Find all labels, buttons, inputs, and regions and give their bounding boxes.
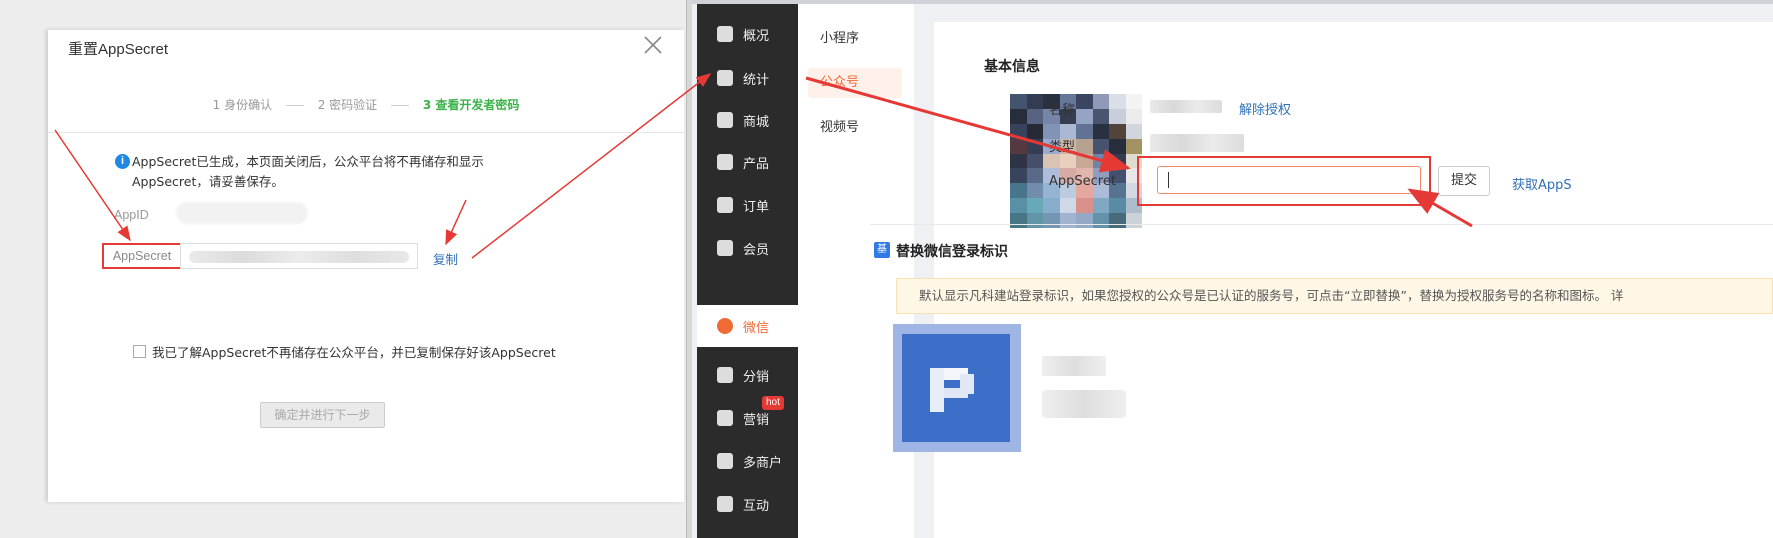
step-3-active: 3 查看开发者密码	[422, 98, 520, 112]
replace-login-logo-title: 替换微信登录标识	[896, 244, 1008, 260]
appsecret-row-label: AppSecret	[1049, 174, 1116, 189]
wechat-icon	[717, 318, 733, 334]
close-icon[interactable]	[642, 34, 664, 56]
sidebar-item-label: 概况	[743, 28, 770, 44]
account-avatar-blurred	[1010, 94, 1142, 228]
dialog-title: 重置AppSecret	[68, 41, 169, 58]
sidebar-item-members[interactable]: 会员	[697, 228, 798, 268]
sidebar-item-label: 会员	[743, 242, 770, 258]
grid-icon	[717, 154, 733, 170]
sidebar-item-interaction[interactable]: 互动	[697, 484, 798, 524]
dialog-divider	[48, 132, 684, 133]
replacement-name-blurred	[1042, 356, 1106, 376]
sidebar-item-wechat[interactable]: 微信	[697, 306, 798, 346]
layers-icon	[717, 26, 733, 42]
get-appsecret-link[interactable]: 获取AppS	[1512, 174, 1572, 193]
interact-icon	[717, 496, 733, 512]
store-icon	[717, 453, 733, 469]
step-separator	[391, 105, 410, 106]
users-icon	[717, 367, 733, 383]
section-badge-icon: 基	[874, 242, 890, 258]
next-step-button[interactable]: 确定并进行下一步	[260, 402, 385, 428]
flag-icon	[717, 410, 733, 426]
sidebar-item-marketing[interactable]: 营销	[697, 398, 798, 438]
sidebar-item-stats[interactable]: 统计	[697, 58, 798, 98]
replace-tip-bar: 默认显示凡科建站登录标识，如果您授权的公众号是已认证的服务号，可点击“立即替换”…	[896, 278, 1773, 314]
section-divider	[870, 224, 1773, 225]
step-separator	[285, 105, 304, 106]
sidebar-item-label: 产品	[743, 156, 770, 172]
appid-label: AppID	[114, 208, 149, 222]
appsecret-value-field[interactable]	[180, 243, 418, 269]
type-label: 类型	[1049, 140, 1076, 155]
acknowledge-label: 我已了解AppSecret不再储存在公众平台，并已复制保存好该AppSecret	[152, 345, 556, 360]
subnav-item-channels[interactable]: 视频号	[808, 113, 902, 143]
info-icon: i	[115, 154, 130, 169]
sidebar-item-label: 微信	[743, 320, 770, 336]
acknowledge-checkbox[interactable]	[133, 345, 146, 358]
subnav-item-miniprogram[interactable]: 小程序	[808, 24, 902, 54]
sidebar-item-distribution[interactable]: 分销	[697, 355, 798, 395]
replace-button-blurred	[1042, 390, 1126, 418]
sidebar-item-label: 统计	[743, 72, 770, 88]
crown-icon	[717, 240, 733, 256]
sidebar-item-overview[interactable]: 概况	[697, 14, 798, 54]
account-name-blurred	[1150, 100, 1222, 113]
subnav-item-official-account[interactable]: 公众号	[808, 68, 902, 98]
sidebar-item-label: 营销	[743, 412, 770, 428]
submit-button[interactable]: 提交	[1438, 166, 1490, 196]
copy-link[interactable]: 复制	[433, 249, 458, 268]
order-icon	[717, 197, 733, 213]
name-label: 名称	[1049, 103, 1076, 118]
unauthorize-link[interactable]: 解除授权	[1239, 99, 1291, 118]
appsecret-label-highlighted: AppSecret	[102, 243, 182, 269]
sidebar-item-label: 商城	[743, 114, 770, 130]
chart-icon	[717, 70, 733, 86]
step-1: 1 身份确认	[212, 98, 273, 112]
appsecret-notice: AppSecret已生成，本页面关闭后，公众平台将不再储存和显示AppSecre…	[132, 154, 484, 189]
appsecret-value-blurred	[189, 251, 409, 263]
text-caret	[1168, 172, 1169, 188]
sidebar-item-products[interactable]: 产品	[697, 142, 798, 182]
step-indicator: 1 身份确认 2 密码验证 3 查看开发者密码	[48, 96, 684, 113]
sidebar-item-multi-merchant[interactable]: 多商户	[697, 441, 798, 481]
step-2: 2 密码验证	[317, 98, 378, 112]
screenshot-root: 重置AppSecret 1 身份确认 2 密码验证 3 查看开发者密码 i Ap…	[0, 0, 1773, 538]
sidebar-item-label: 多商户	[743, 455, 783, 471]
sidebar-item-mall[interactable]: 商城	[697, 100, 798, 140]
appsecret-input[interactable]	[1157, 166, 1421, 194]
sidebar-item-label: 分销	[743, 369, 770, 385]
account-type-blurred	[1150, 134, 1244, 152]
acknowledge-row[interactable]: 我已了解AppSecret不再储存在公众平台，并已复制保存好该AppSecret	[133, 342, 556, 361]
sidebar-item-label: 订单	[743, 199, 770, 215]
logo-p-icon	[930, 368, 974, 412]
appid-value-blurred	[176, 202, 308, 224]
basic-info-title: 基本信息	[984, 59, 1040, 75]
shop-icon	[717, 112, 733, 128]
sidebar-item-orders[interactable]: 订单	[697, 185, 798, 225]
sidebar-item-label: 互动	[743, 498, 770, 514]
